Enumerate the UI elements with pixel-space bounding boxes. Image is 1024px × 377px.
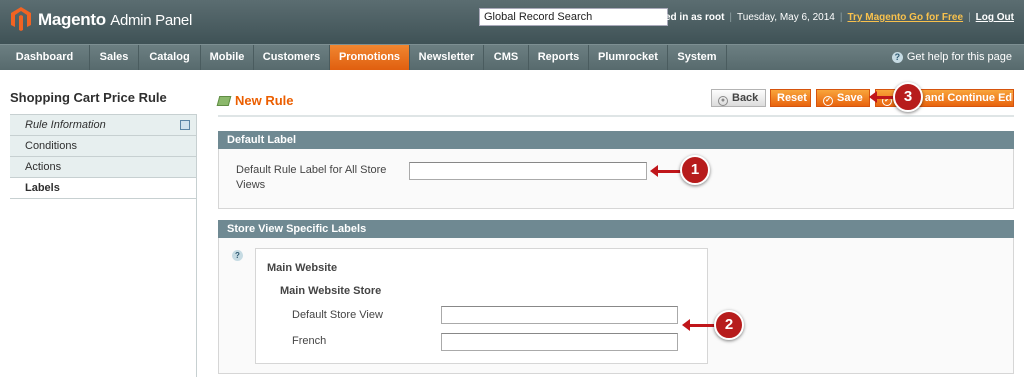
title-divider	[218, 115, 1014, 117]
nav-catalog[interactable]: Catalog	[139, 45, 201, 70]
nav-newsletter[interactable]: Newsletter	[410, 45, 484, 70]
tab-label: Labels	[25, 182, 60, 194]
callout-arrow	[650, 165, 681, 177]
tab-label: Actions	[25, 161, 62, 173]
back-icon: ●	[718, 96, 728, 106]
app-name: Magento	[38, 10, 106, 29]
nav-sales[interactable]: Sales	[90, 45, 139, 70]
check-icon: ✓	[823, 96, 833, 106]
callout-2: 2	[714, 310, 744, 340]
label-line2: Views	[236, 179, 266, 191]
try-magento-link[interactable]: Try Magento Go for Free	[847, 12, 963, 23]
sidebar-divider	[196, 114, 197, 377]
page-title: New Rule	[216, 93, 294, 108]
help-icon: ?	[891, 52, 903, 63]
tab-rule-information[interactable]: Rule Information	[10, 115, 196, 136]
label-line1: Default Rule Label for All Store	[236, 164, 387, 176]
tab-label: Conditions	[25, 140, 77, 152]
default-label-heading: Default Label	[218, 131, 1014, 149]
default-store-view-input[interactable]	[441, 306, 678, 324]
date-text: Tuesday, May 6, 2014	[737, 12, 835, 23]
tab-label: Rule Information	[25, 119, 106, 131]
nav-customers[interactable]: Customers	[254, 45, 330, 70]
app-title: Magento Admin Panel	[38, 10, 192, 30]
nav-mobile[interactable]: Mobile	[201, 45, 254, 70]
help-link[interactable]: ? Get help for this page	[891, 45, 1012, 70]
tab-actions[interactable]: Actions	[10, 157, 196, 178]
logout-link[interactable]: Log Out	[976, 12, 1014, 23]
admin-header: Magento Admin Panel Global Record Search…	[0, 0, 1024, 44]
store-name: Main Website Store	[280, 285, 382, 297]
page-title-text: New Rule	[235, 93, 294, 108]
save-label: Save	[837, 92, 863, 104]
default-store-view-label: Default Store View	[292, 309, 383, 321]
promo-rule-icon	[216, 96, 232, 106]
reset-button[interactable]: Reset	[770, 89, 811, 107]
default-rule-label-label: Default Rule Label for All Store Views	[236, 163, 386, 193]
nav-cms[interactable]: CMS	[484, 45, 529, 70]
sidebar-tabs: Rule Information Conditions Actions Labe…	[10, 114, 196, 199]
nav-reports[interactable]: Reports	[529, 45, 589, 70]
back-button[interactable]: ● Back	[711, 89, 766, 107]
help-icon[interactable]: ?	[232, 250, 243, 261]
magento-logo-icon	[11, 7, 31, 31]
callout-1: 1	[680, 155, 710, 185]
main-nav: Dashboard Sales Catalog Mobile Customers…	[0, 44, 1024, 70]
nav-dashboard[interactable]: Dashboard	[0, 45, 90, 70]
reset-label: Reset	[777, 92, 807, 104]
header-links: Logged in as root | Tuesday, May 6, 2014 | T…	[640, 12, 1014, 23]
nav-plumrocket[interactable]: Plumrocket	[589, 45, 668, 70]
back-label: Back	[732, 92, 759, 104]
help-label: Get help for this page	[906, 51, 1012, 63]
sidebar-title: Shopping Cart Price Rule	[10, 90, 167, 105]
tab-conditions[interactable]: Conditions	[10, 136, 196, 157]
app-suffix: Admin Panel	[110, 12, 192, 29]
callout-3: 3	[893, 82, 923, 112]
nav-system[interactable]: System	[668, 45, 727, 70]
french-label: French	[292, 335, 327, 347]
logged-in-text: Logged in as root	[640, 12, 725, 23]
tab-labels[interactable]: Labels	[10, 178, 196, 199]
save-button[interactable]: ✓ Save	[816, 89, 870, 107]
callout-arrow	[682, 319, 715, 331]
changed-icon	[180, 120, 190, 130]
website-name: Main Website	[267, 262, 338, 274]
default-rule-label-input[interactable]	[409, 162, 647, 180]
store-labels-heading: Store View Specific Labels	[218, 220, 1014, 238]
nav-promotions[interactable]: Promotions	[330, 45, 410, 70]
french-input[interactable]	[441, 333, 678, 351]
